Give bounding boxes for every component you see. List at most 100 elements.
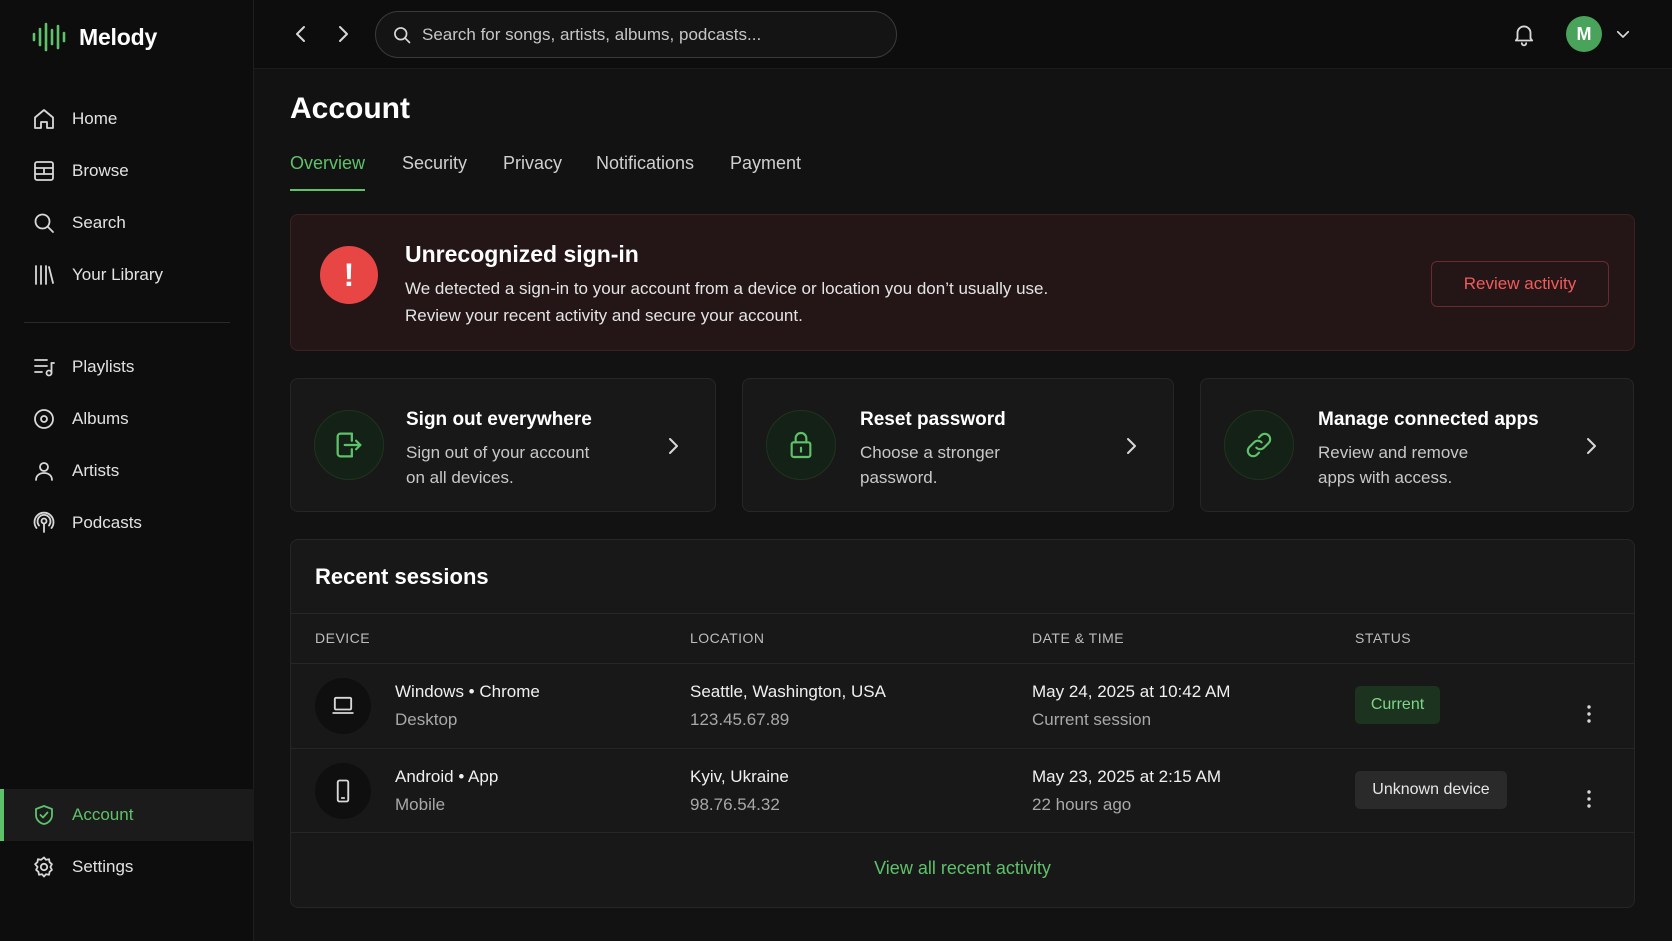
alert-icon: ! [320,246,378,304]
sidebar-item-albums[interactable]: Albums [0,393,254,445]
session-ip: 98.76.54.32 [690,795,780,814]
card-title: Sign out everywhere [406,409,592,430]
card-title: Manage connected apps [1318,409,1539,430]
soundwave-logo-icon [31,22,67,52]
manage-connected-apps-card[interactable]: Manage connected apps Review and remove … [1200,378,1634,512]
brand-logo[interactable]: Melody [31,22,157,52]
view-all-activity-link[interactable]: View all recent activity [291,858,1634,879]
avatar[interactable]: M [1566,16,1602,52]
laptop-icon [315,678,371,734]
chevron-right-icon [1119,434,1143,458]
reset-password-card[interactable]: Reset password Choose a stronger passwor… [742,378,1174,512]
sidebar-item-settings[interactable]: Settings [0,841,254,893]
session-ip: 123.45.67.89 [690,710,790,729]
artist-icon [32,459,56,483]
podcast-icon [32,511,56,535]
alert-title: Unrecognized sign-in [405,241,639,267]
tab-notifications[interactable]: Notifications [596,153,694,191]
album-icon [32,407,56,431]
bell-icon[interactable] [1511,21,1537,47]
card-title: Reset password [860,409,1006,430]
chevron-down-icon[interactable] [1614,25,1632,43]
sidebar-item-search[interactable]: Search [0,197,254,249]
alert-message: We detected a sign-in to your account fr… [405,279,1049,298]
session-device: Windows • Chrome [395,682,540,701]
home-icon [32,107,56,131]
sidebar-item-playlists[interactable]: Playlists [0,341,254,393]
link-icon [1224,410,1294,480]
back-arrow-icon[interactable] [289,22,313,46]
sidebar-item-home[interactable]: Home [0,93,254,145]
lock-icon [766,410,836,480]
sessions-title: Recent sessions [315,564,489,589]
sidebar-divider [24,322,230,323]
divider [291,832,1634,833]
sidebar-item-browse[interactable]: Browse [0,145,254,197]
search-input[interactable] [422,24,882,45]
search-icon [392,25,412,45]
sign-out-icon [314,410,384,480]
playlist-icon [32,355,56,379]
column-header-device: DEVICE [315,630,371,646]
card-description: Choose a stronger [860,443,1000,462]
column-header-location: LOCATION [690,630,765,646]
sidebar-item-label: Settings [72,857,134,876]
library-icon [32,263,56,287]
search-icon [32,211,56,235]
card-description: Review and remove [1318,443,1469,462]
session-datetime-sub: Current session [1032,710,1152,729]
chevron-right-icon [661,434,685,458]
sidebar-item-label: Search [72,213,126,232]
sidebar-item-artists[interactable]: Artists [0,445,254,497]
shield-icon [32,803,56,827]
sidebar-item-label: Account [72,805,134,824]
session-device-type: Mobile [395,795,446,814]
divider [291,748,1634,749]
session-device: Android • App [395,767,499,786]
session-datetime-sub: 22 hours ago [1032,795,1132,814]
review-activity-button[interactable]: Review activity [1431,261,1609,307]
phone-icon [315,763,371,819]
session-datetime: May 23, 2025 at 2:15 AM [1032,767,1222,786]
sidebar-item-label: Home [72,109,118,128]
gear-icon [32,855,56,879]
session-location: Kyiv, Ukraine [690,767,789,786]
more-options-icon[interactable] [1577,702,1601,726]
card-description: on all devices. [406,468,514,487]
card-description: password. [860,468,938,487]
sidebar-item-label: Your Library [72,265,164,284]
more-options-icon[interactable] [1577,787,1601,811]
tab-privacy[interactable]: Privacy [503,153,562,191]
sidebar-item-label: Albums [72,409,129,428]
card-description: Sign out of your account [406,443,590,462]
column-header-datetime: DATE & TIME [1032,630,1125,646]
card-description: apps with access. [1318,468,1453,487]
topbar: M [254,0,1672,69]
sign-out-everywhere-card[interactable]: Sign out everywhere Sign out of your acc… [290,378,716,512]
page-title: Account [290,92,410,125]
brand-name: Melody [79,23,158,50]
divider [291,663,1634,664]
browse-icon [32,159,56,183]
sidebar-item-label: Browse [72,161,129,180]
search-bar [375,11,897,58]
status-badge: Current [1355,686,1440,724]
status-badge: Unknown device [1355,771,1507,809]
security-alert: ! Unrecognized sign-in We detected a sig… [290,214,1635,351]
alert-message-secondary: Review your recent activity and secure y… [405,306,803,325]
tab-overview[interactable]: Overview [290,153,366,191]
chevron-right-icon [1579,434,1603,458]
sidebar-item-account[interactable]: Account [0,789,254,841]
sidebar: Melody Home Browse Search Your Library P… [0,0,254,941]
session-device-type: Desktop [395,710,458,729]
sidebar-item-podcasts[interactable]: Podcasts [0,497,254,549]
divider [291,613,1634,614]
sidebar-item-label: Artists [72,461,120,480]
forward-arrow-icon[interactable] [331,22,355,46]
sidebar-item-your-library[interactable]: Your Library [0,249,254,301]
recent-sessions-panel: Recent sessions DEVICE LOCATION DATE & T… [290,539,1635,908]
tab-payment[interactable]: Payment [730,153,801,191]
sidebar-item-label: Podcasts [72,513,142,532]
tab-security[interactable]: Security [402,153,467,191]
column-header-status: STATUS [1355,630,1412,646]
